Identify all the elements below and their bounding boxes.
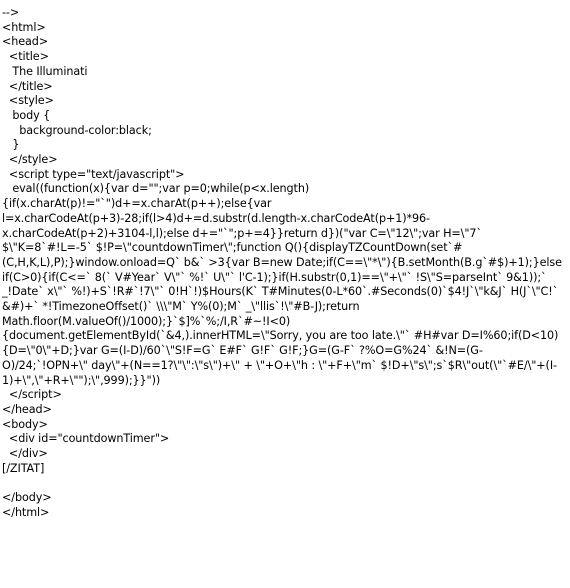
code-line: body { bbox=[2, 108, 51, 122]
code-line: <title> bbox=[2, 50, 49, 64]
code-line: <script type="text/javascript"> bbox=[2, 167, 185, 181]
code-line: </div> bbox=[2, 447, 48, 461]
code-line: <style> bbox=[2, 94, 54, 108]
code-line: } bbox=[2, 138, 20, 152]
code-line: [/ZITAT] bbox=[2, 461, 45, 475]
code-line: </title> bbox=[2, 79, 53, 93]
code-listing: --> <html> <head> <title> The Illuminati <… bbox=[0, 0, 570, 521]
code-line: </body> bbox=[2, 491, 52, 505]
code-line: eval((function(x){var d="";var p=0;while… bbox=[2, 182, 566, 387]
code-line: <div id="countdownTimer"> bbox=[2, 432, 170, 446]
code-line: </head> bbox=[2, 402, 52, 416]
code-line: <head> bbox=[2, 35, 49, 49]
code-line: <html> bbox=[2, 20, 46, 34]
code-line: background-color:black; bbox=[2, 123, 152, 137]
code-line: </style> bbox=[2, 153, 58, 167]
code-line: </script> bbox=[2, 388, 62, 402]
code-line: <body> bbox=[2, 417, 48, 431]
code-line: </html> bbox=[2, 505, 50, 519]
code-line: The Illuminati bbox=[2, 64, 88, 78]
code-line: --> bbox=[2, 6, 20, 19]
